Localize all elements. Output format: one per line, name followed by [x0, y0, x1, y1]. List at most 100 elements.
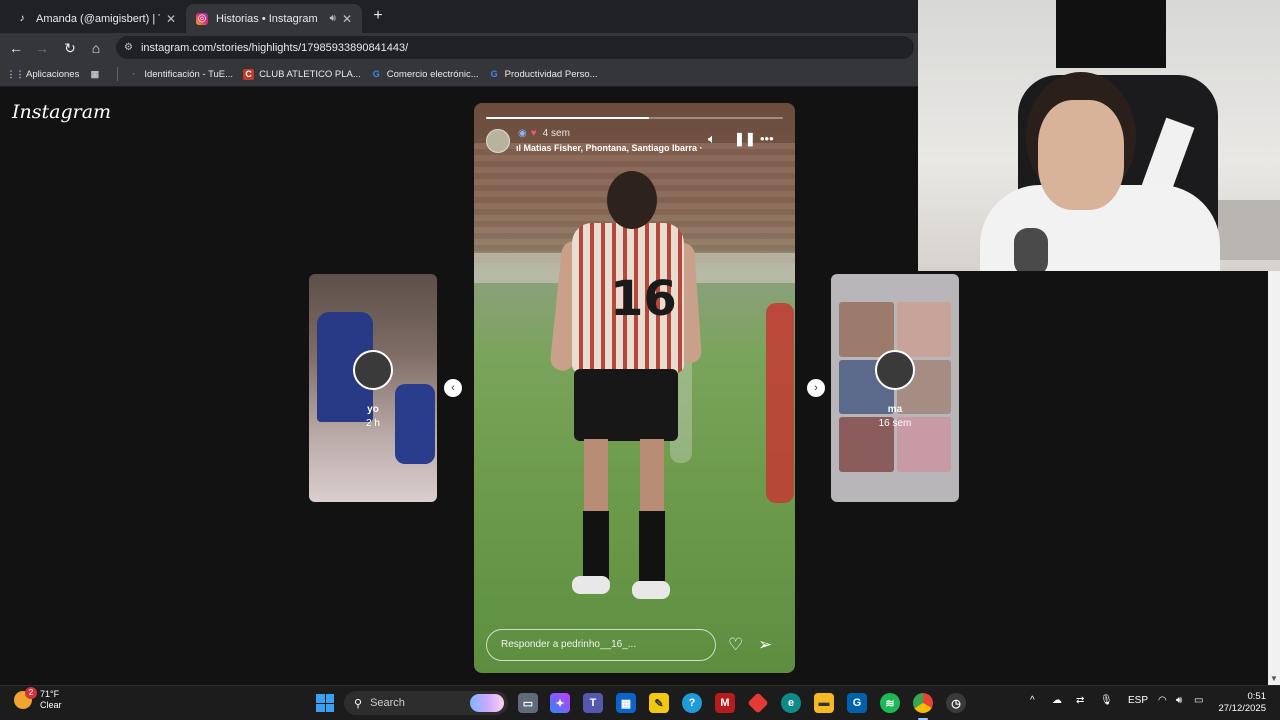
- avatar: [353, 350, 393, 390]
- browser-toolbar: ← → ↻ ⌂ ⚙ instagram.com/stories/highligh…: [0, 33, 918, 62]
- show-hidden-icons-chevron-icon[interactable]: ^: [1030, 695, 1035, 706]
- bookmark-comercio[interactable]: G Comercio electrónic...: [371, 69, 479, 80]
- jersey-number: 16: [610, 271, 677, 327]
- bookmark-label: Aplicaciones: [26, 68, 80, 80]
- instagram-logo[interactable]: Instagram: [12, 101, 111, 123]
- browser-tab-bar: ♪ Amanda (@amigisbert) | TikTok ✕ ◎ Hist…: [0, 0, 918, 33]
- grid-icon: ▦: [90, 68, 100, 79]
- back-arrow-icon[interactable]: ←: [6, 38, 26, 58]
- scroll-down-arrow-icon[interactable]: ▼: [1270, 674, 1278, 683]
- bookmark-label: Identificación - TuE...: [144, 68, 234, 80]
- microphone: [1014, 228, 1048, 271]
- avatar: [875, 350, 915, 390]
- onedrive-icon[interactable]: ☁: [1052, 695, 1062, 706]
- music-title: Matias Fisher, Phontana, Santiago Ibarra…: [523, 143, 703, 153]
- player-shoe: [572, 576, 610, 594]
- start-tile: [325, 694, 334, 703]
- volume-icon[interactable]: 🔊︎: [1176, 695, 1182, 706]
- next-story-preview[interactable]: ma 16 sem: [831, 274, 959, 502]
- bookmarks-bar: ⋮⋮ Aplicaciones ▦ · Identificación - TuE…: [0, 62, 918, 87]
- webcam-shelf: [1218, 200, 1280, 260]
- start-tile: [325, 703, 334, 712]
- address-bar[interactable]: ⚙ instagram.com/stories/highlights/17985…: [116, 36, 914, 59]
- battery-icon[interactable]: ▭: [1194, 695, 1203, 706]
- more-options-icon[interactable]: •••: [760, 131, 774, 146]
- language-indicator[interactable]: ESP: [1128, 695, 1148, 706]
- bookmark-identificacion[interactable]: · Identificación - TuE...: [128, 69, 233, 80]
- heart-icon: ♥: [530, 128, 537, 139]
- player-sock: [583, 511, 609, 581]
- spotify-icon[interactable]: ≋: [880, 693, 900, 713]
- task-view-icon[interactable]: ▭: [518, 693, 538, 713]
- previous-story-button[interactable]: ‹: [444, 379, 462, 397]
- windows-start-icon[interactable]: [316, 694, 334, 712]
- weather-text: 71°F Clear: [40, 689, 62, 711]
- new-tab-button[interactable]: +: [368, 6, 388, 26]
- player-shorts: [574, 369, 678, 441]
- close-icon[interactable]: ✕: [342, 12, 352, 26]
- bookmark-club-atletico[interactable]: C CLUB ATLETICO PLA...: [243, 68, 361, 80]
- bookmark-separator: [117, 67, 119, 81]
- app-g-icon[interactable]: G: [847, 693, 867, 713]
- background-player: [766, 303, 794, 503]
- home-icon[interactable]: ⌂: [86, 38, 106, 58]
- close-icon[interactable]: ✕: [166, 12, 176, 26]
- bookmark-grid[interactable]: ▦: [89, 69, 105, 80]
- bookmark-label: Productividad Perso...: [504, 68, 598, 80]
- avatar[interactable]: [486, 129, 510, 153]
- player-shoe: [632, 581, 670, 599]
- weather-moon-icon: 2: [14, 687, 37, 709]
- page-scrollbar[interactable]: ▼: [1268, 271, 1280, 685]
- weather-widget[interactable]: 2 71°F Clear: [14, 687, 62, 711]
- tab-tiktok[interactable]: ♪ Amanda (@amigisbert) | TikTok ✕: [6, 4, 186, 33]
- like-heart-icon[interactable]: ♡: [728, 635, 743, 655]
- taskbar-search[interactable]: ⚲ Search: [344, 691, 508, 715]
- microphone-icon[interactable]: 🎙︎: [1100, 695, 1113, 706]
- pause-icon[interactable]: ❚❚: [734, 131, 756, 147]
- store-icon[interactable]: ▦: [616, 693, 636, 713]
- story-header: ◉ ♥ 4 sem ıl Matias Fisher, Phontana, Sa…: [486, 127, 783, 157]
- reload-icon[interactable]: ↻: [60, 38, 80, 58]
- story-progress-fill: [486, 117, 650, 119]
- instagram-icon: ◎: [196, 12, 208, 25]
- tab-title: Amanda (@amigisbert) | TikTok: [36, 12, 160, 25]
- red-diamond-app-icon[interactable]: [747, 692, 769, 714]
- prev-story-preview[interactable]: yo 2 h: [309, 274, 437, 502]
- share-send-icon[interactable]: ➢: [758, 635, 772, 655]
- bookmark-productividad[interactable]: G Productividad Perso...: [489, 69, 598, 80]
- story-time: 4 sem: [542, 128, 570, 139]
- teams-icon[interactable]: T: [583, 693, 603, 713]
- sticky-notes-icon[interactable]: ✎: [649, 693, 669, 713]
- system-clock[interactable]: 0:51 27/12/2025: [1214, 691, 1266, 715]
- next-story-button[interactable]: ›: [807, 379, 825, 397]
- sync-icon[interactable]: ⇄: [1076, 695, 1084, 706]
- forward-arrow-icon[interactable]: →: [32, 38, 52, 58]
- globe-icon: ◉: [518, 128, 527, 139]
- main-story[interactable]: 16 ◉ ♥ 4 sem ıl Matias Fisher, Phontana,…: [474, 103, 795, 673]
- tab-instagram[interactable]: ◎ Historias • Instagram 🔊︎ ✕: [186, 4, 362, 33]
- bookmark-apps[interactable]: ⋮⋮ Aplicaciones: [7, 68, 80, 80]
- edge-icon[interactable]: e: [781, 693, 801, 713]
- site-info-icon[interactable]: ⚙: [124, 42, 133, 53]
- story-user-name: ma: [887, 404, 903, 415]
- mute-icon[interactable]: 🔈︎: [708, 131, 716, 147]
- webcam-person-face: [1038, 100, 1124, 210]
- mcafee-icon[interactable]: M: [715, 693, 735, 713]
- file-explorer-icon[interactable]: ▬: [814, 693, 834, 713]
- google-icon: G: [372, 69, 380, 79]
- weather-desc: Clear: [40, 700, 62, 710]
- clock-app-icon[interactable]: ◷: [946, 693, 966, 713]
- player-head: [607, 171, 657, 229]
- reply-input[interactable]: Responder a pedrinho__16_...: [486, 629, 716, 661]
- football-player: 16: [549, 171, 703, 621]
- story-user-name: yo: [367, 404, 379, 415]
- wifi-icon[interactable]: ◠: [1158, 695, 1167, 706]
- screen: ♪ Amanda (@amigisbert) | TikTok ✕ ◎ Hist…: [0, 0, 1280, 720]
- speaker-icon[interactable]: 🔊︎: [330, 13, 336, 24]
- start-tile: [316, 703, 325, 712]
- help-icon[interactable]: ?: [682, 693, 702, 713]
- music-bars-icon: ıl: [516, 143, 524, 153]
- copilot-icon[interactable]: ✦: [550, 693, 570, 713]
- music-info[interactable]: ıl Matias Fisher, Phontana, Santiago Iba…: [516, 143, 703, 153]
- chrome-icon[interactable]: [913, 693, 933, 713]
